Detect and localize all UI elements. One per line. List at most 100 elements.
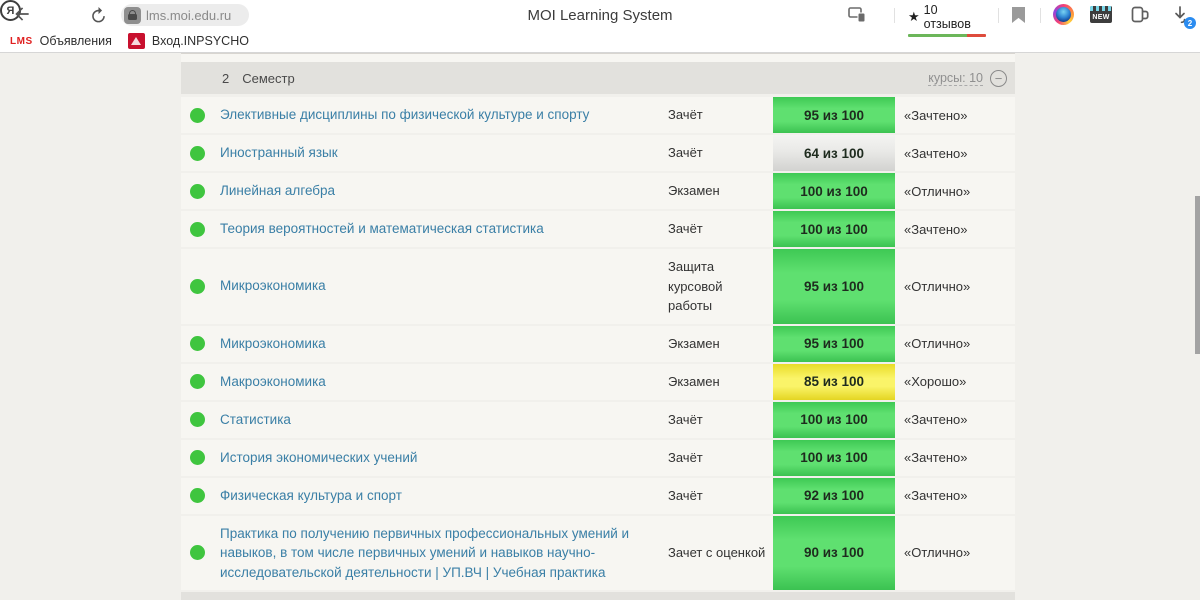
new-extension-icon[interactable]: NEW xyxy=(1090,6,1112,23)
status-dot-icon xyxy=(190,450,205,465)
collapse-section-icon[interactable]: − xyxy=(990,69,1007,87)
course-table-body: Элективные дисциплины по физической куль… xyxy=(181,97,1015,591)
course-link[interactable]: Теория вероятностей и математическая ста… xyxy=(220,211,668,247)
courses-count-link[interactable]: курсы: 10 xyxy=(928,71,983,86)
semester-title: Семестр xyxy=(242,70,295,86)
download-count-badge: 2 xyxy=(1184,17,1196,29)
score-cell: 100 из 100 xyxy=(773,439,895,476)
status-dot-icon xyxy=(190,545,205,561)
exam-type: Экзамен xyxy=(668,373,720,389)
exam-type: Зачёт xyxy=(668,487,703,503)
course-link[interactable]: Физическая культура и спорт xyxy=(220,478,668,514)
course-link[interactable]: Иностранный язык xyxy=(220,135,668,171)
course-row: Макроэкономика Экзамен 85 из 100 «Хорошо… xyxy=(181,363,1015,400)
profile-avatar[interactable] xyxy=(1053,4,1074,25)
page-content: 2 Семестр курсы: 10 − Элективные дисципл… xyxy=(0,53,1200,600)
previous-row-edge xyxy=(181,53,1015,62)
score-cell: 95 из 100 xyxy=(773,249,895,324)
bookmarks-bar: LMS Объявления Вход.INPSYCHO xyxy=(0,30,1200,52)
exam-type: Зачёт xyxy=(668,145,703,161)
status-dot-icon xyxy=(190,145,205,161)
divider xyxy=(894,8,895,23)
exam-type: Зачёт xyxy=(668,221,703,237)
secure-lock-icon[interactable] xyxy=(124,6,141,24)
browser-chrome: Я lms.moi.edu.ru MOI Learning System ★ 1… xyxy=(0,0,1200,53)
bookmark-label: Объявления xyxy=(39,34,112,48)
grades-table: 2 Семестр курсы: 10 − Элективные дисципл… xyxy=(181,53,1015,600)
score-cell: 92 из 100 xyxy=(773,477,895,514)
course-link[interactable]: Микроэкономика xyxy=(220,326,668,362)
status-cell xyxy=(181,173,220,209)
score-cell: 100 из 100 xyxy=(773,173,895,209)
grade-value: «Зачтено» xyxy=(904,221,968,237)
grade-value: «Отлично» xyxy=(904,278,971,294)
course-link[interactable]: Линейная алгебра xyxy=(220,173,668,209)
status-dot-icon xyxy=(190,278,205,294)
bookmark-flag-icon[interactable] xyxy=(1012,7,1025,23)
course-link[interactable]: Микроэкономика xyxy=(220,249,668,324)
exam-type: Защита курсовой работы xyxy=(668,259,723,313)
devices-icon[interactable] xyxy=(848,7,866,23)
grade-value: «Отлично» xyxy=(904,183,971,199)
inpsycho-logo-icon xyxy=(127,33,145,49)
status-cell xyxy=(181,364,220,400)
status-dot-icon xyxy=(190,183,205,199)
course-row: Теория вероятностей и математическая ста… xyxy=(181,211,1015,247)
divider xyxy=(1040,8,1041,23)
exam-type: Экзамен xyxy=(668,183,720,199)
status-cell xyxy=(181,478,220,514)
status-cell xyxy=(181,402,220,438)
exam-type: Экзамен xyxy=(668,335,720,351)
semester-2-header: 2 Семестр курсы: 10 − xyxy=(181,62,1015,94)
toolbar-right-icons: ★ 10 отзывов NEW 2 xyxy=(848,0,1200,37)
address-bar[interactable]: lms.moi.edu.ru xyxy=(121,4,249,26)
status-cell xyxy=(181,249,220,324)
vertical-scrollbar[interactable] xyxy=(1195,196,1200,354)
reviews-widget[interactable]: ★ 10 отзывов xyxy=(908,3,988,37)
exam-type: Зачёт xyxy=(668,107,703,123)
grade-value: «Зачтено» xyxy=(904,412,968,427)
star-icon: ★ xyxy=(908,9,920,24)
score-cell: 90 из 100 xyxy=(773,515,895,591)
exam-type: Зачет с оценкой xyxy=(668,545,766,561)
course-link[interactable]: История экономических учений xyxy=(220,440,668,476)
course-link[interactable]: Элективные дисциплины по физической куль… xyxy=(220,97,668,133)
collections-icon[interactable] xyxy=(1131,6,1150,24)
score-cell: 95 из 100 xyxy=(773,97,895,133)
grade-value: «Зачтено» xyxy=(904,488,968,503)
browser-toolbar: Я lms.moi.edu.ru MOI Learning System ★ 1… xyxy=(0,0,1200,37)
course-row: Линейная алгебра Экзамен 100 из 100 «Отл… xyxy=(181,173,1015,209)
score-cell: 85 из 100 xyxy=(773,363,895,400)
grade-value: «Зачтено» xyxy=(904,107,968,123)
course-row: Физическая культура и спорт Зачёт 92 из … xyxy=(181,477,1015,514)
url-text[interactable]: lms.moi.edu.ru xyxy=(146,8,231,23)
reload-button[interactable] xyxy=(89,5,108,24)
course-row: Статистика Зачёт 100 из 100 «Зачтено» xyxy=(181,401,1015,438)
divider xyxy=(998,8,999,23)
new-badge-label: NEW xyxy=(1092,13,1110,21)
grade-value: «Зачтено» xyxy=(904,450,968,465)
reviews-count-label: 10 отзывов xyxy=(923,3,971,31)
grade-value: «Отлично» xyxy=(904,336,971,351)
exam-type: Зачёт xyxy=(668,411,703,427)
course-link[interactable]: Макроэкономика xyxy=(220,364,668,400)
status-cell xyxy=(181,211,220,247)
download-icon[interactable]: 2 xyxy=(1170,5,1196,29)
grade-value: «Зачтено» xyxy=(904,145,968,161)
course-row: Иностранный язык Зачёт 64 из 100 «Зачтен… xyxy=(181,135,1015,171)
status-dot-icon xyxy=(190,107,205,123)
course-row: Микроэкономика Экзамен 95 из 100 «Отличн… xyxy=(181,325,1015,362)
bookmark-announcements[interactable]: LMS Объявления xyxy=(10,34,112,48)
course-row: Практика по получению первичных професси… xyxy=(181,515,1015,591)
exam-type: Зачёт xyxy=(668,449,703,465)
course-link[interactable]: Практика по получению первичных професси… xyxy=(220,516,668,591)
grade-value: «Хорошо» xyxy=(904,374,967,389)
back-button[interactable] xyxy=(12,4,32,24)
status-dot-icon xyxy=(190,336,205,351)
course-link[interactable]: Статистика xyxy=(220,402,668,438)
course-row: Элективные дисциплины по физической куль… xyxy=(181,97,1015,133)
status-dot-icon xyxy=(190,488,205,503)
bookmark-inpsycho-login[interactable]: Вход.INPSYCHO xyxy=(112,33,249,49)
status-cell xyxy=(181,97,220,133)
grade-value: «Отлично» xyxy=(904,545,971,561)
